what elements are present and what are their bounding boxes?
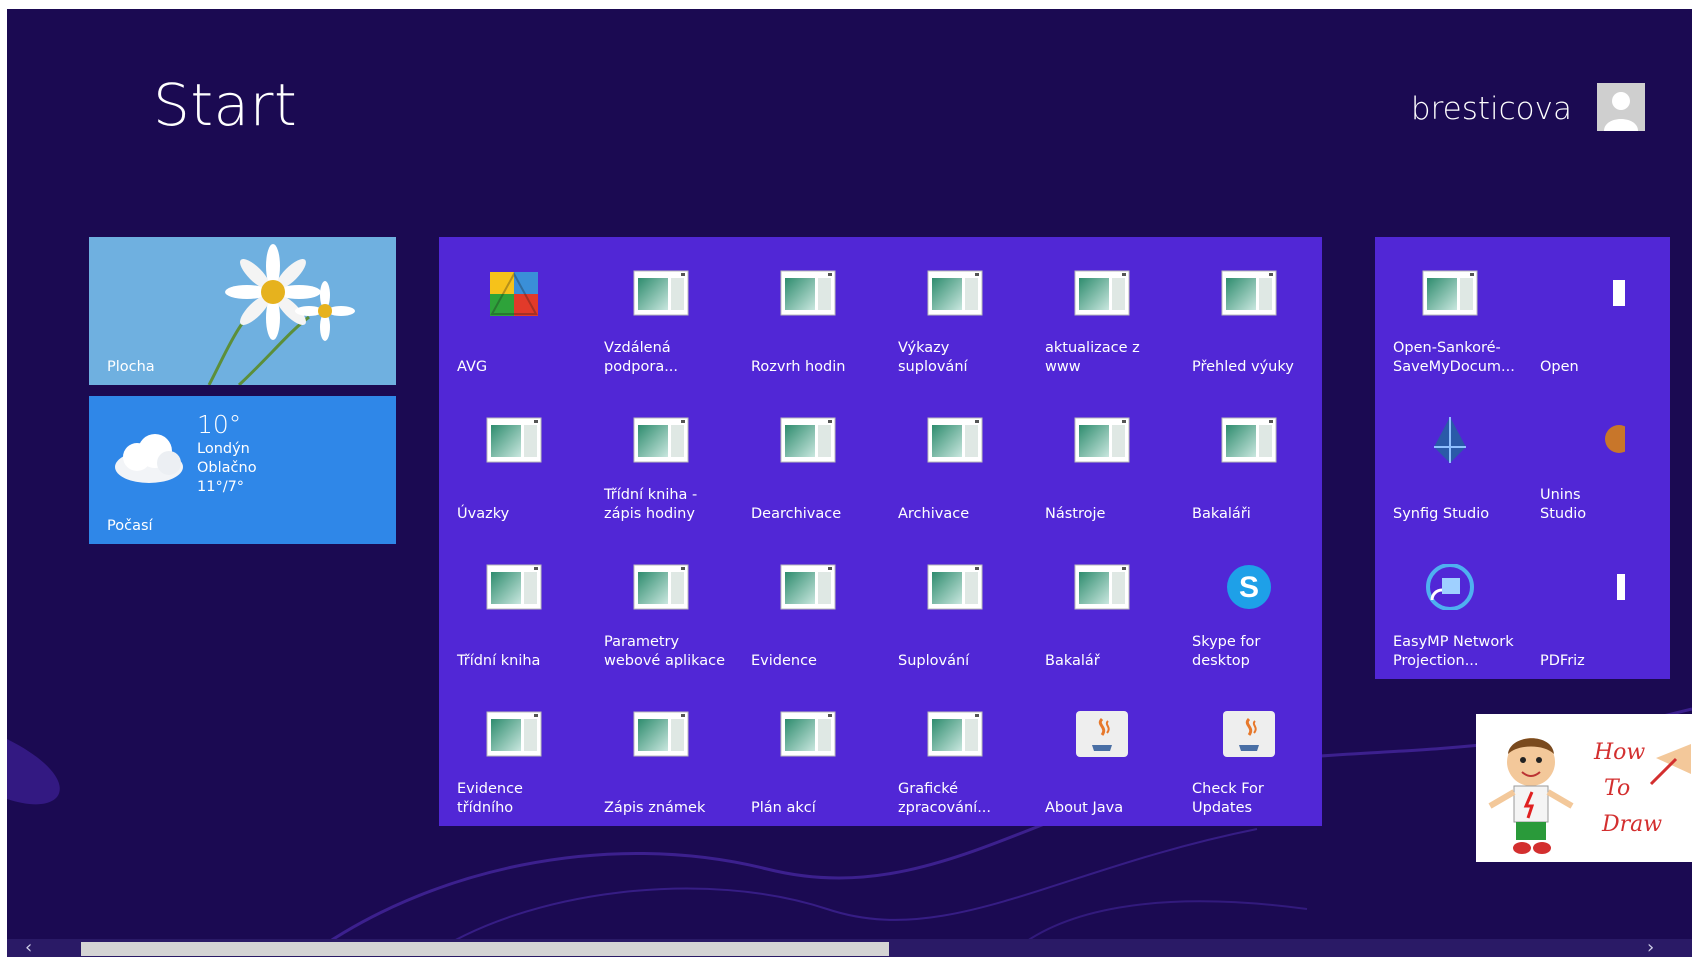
tile-label: Nástroje [1045, 506, 1106, 522]
tile-třídní-kniha---zápis-hodiny[interactable]: Třídní kniha - zápis hodiny [586, 384, 734, 532]
scrollbar-thumb[interactable] [81, 942, 889, 956]
tile-label: Plocha [107, 359, 155, 375]
tile-skype-for-desktop[interactable]: S Skype for desktop [1174, 531, 1322, 679]
user-name[interactable]: bresticova [1411, 91, 1572, 127]
how-to-draw-image [1488, 738, 1691, 854]
tile-label: Synfig Studio [1393, 506, 1490, 522]
horizontal-scrollbar[interactable]: ‹ › [7, 937, 1692, 957]
tile-bakaláři[interactable]: Bakaláři [1174, 384, 1322, 532]
tile-label: Třídní kniha [457, 653, 541, 669]
tile-bakalář[interactable]: Bakalář [1027, 531, 1175, 679]
tile-label: Open [1540, 359, 1579, 375]
tile-dearchivace[interactable]: Dearchivace [733, 384, 881, 532]
tile-label: Počasí [107, 518, 153, 534]
tile-label: AVG [457, 359, 488, 375]
tile-label: Parametry webové aplikace [604, 634, 726, 669]
tile-about-java[interactable]: About Java [1027, 678, 1175, 826]
start-screen: Start bresticova Plocha 10° Londýn Oblač… [7, 9, 1692, 957]
tile-suplování[interactable]: Suplování [880, 531, 1028, 679]
tile-unins-studio[interactable]: Unins Studio [1522, 384, 1670, 532]
tile-label: EasyMP Network Projection... [1393, 634, 1514, 669]
tile-pdfriz[interactable]: PDFriz [1522, 531, 1670, 679]
tile-label: Dearchivace [751, 506, 842, 522]
tile-label: Unins Studio [1540, 487, 1587, 522]
tile-výkazy-suplování[interactable]: Výkazy suplování [880, 237, 1028, 385]
tile-label: aktualizace z www [1045, 340, 1140, 375]
tile-zápis-známek[interactable]: Zápis známek [586, 678, 734, 826]
tile-label: Open-Sankoré- SaveMyDocum... [1393, 340, 1515, 375]
tile-label: Skype for desktop [1192, 634, 1261, 669]
weather-city: Londýn [197, 441, 250, 457]
tile-label: Rozvrh hodin [751, 359, 846, 375]
tile-label: Archivace [898, 506, 970, 522]
svg-text:S: S [1239, 571, 1259, 604]
tile-label: Bakaláři [1192, 506, 1251, 522]
tile-avg[interactable]: AVG [439, 237, 587, 385]
tile-label: Přehled výuky [1192, 359, 1294, 375]
weather-range: 11°/7° [197, 479, 245, 495]
tile-open[interactable]: Open [1522, 237, 1670, 385]
tile-label: Check For Updates [1192, 781, 1264, 816]
tile-label: Zápis známek [604, 800, 706, 816]
page-title: Start [153, 71, 298, 139]
scroll-left-arrow-icon[interactable]: ‹ [25, 937, 32, 957]
tile-synfig-studio[interactable]: Synfig Studio [1375, 384, 1523, 532]
tile-label: Plán akcí [751, 800, 816, 816]
tile-plocha[interactable]: Plocha [89, 237, 396, 385]
tile-evidence-třídního[interactable]: Evidence třídního [439, 678, 587, 826]
user-avatar-icon[interactable] [1597, 83, 1645, 131]
tile-label: Evidence [751, 653, 817, 669]
weather-condition: Oblačno [197, 460, 257, 476]
tile-úvazky[interactable]: Úvazky [439, 384, 587, 532]
weather-temperature: 10° [197, 410, 242, 439]
tile-rozvrh-hodin[interactable]: Rozvrh hodin [733, 237, 881, 385]
cloud-icon [115, 434, 183, 483]
tile-label: Třídní kniha - zápis hodiny [604, 487, 698, 522]
how-to-draw-line1: How [1594, 740, 1646, 765]
tile-třídní-kniha[interactable]: Třídní kniha [439, 531, 587, 679]
tile-parametry-webové-aplikace[interactable]: Parametry webové aplikace [586, 531, 734, 679]
scroll-right-arrow-icon[interactable]: › [1647, 937, 1654, 957]
how-to-draw-line2: To [1604, 776, 1631, 801]
tile-aktualizace-z-www[interactable]: aktualizace z www [1027, 237, 1175, 385]
tile-open-sankoré--savemydocum[interactable]: Open-Sankoré- SaveMyDocum... [1375, 237, 1523, 385]
tile-label: PDFriz [1540, 653, 1585, 669]
tile-label: About Java [1045, 800, 1124, 816]
tile-how-to-draw[interactable]: How To Draw [1476, 714, 1692, 862]
tile-label: Bakalář [1045, 653, 1100, 669]
tile-label: Výkazy suplování [898, 340, 968, 375]
tile-archivace[interactable]: Archivace [880, 384, 1028, 532]
tile-plán-akcí[interactable]: Plán akcí [733, 678, 881, 826]
tile-label: Vzdálená podpora... [604, 340, 679, 375]
tile-přehled-výuky[interactable]: Přehled výuky [1174, 237, 1322, 385]
tile-label: Grafické zpracování... [898, 781, 992, 816]
tile-nástroje[interactable]: Nástroje [1027, 384, 1175, 532]
tile-evidence[interactable]: Evidence [733, 531, 881, 679]
tile-label: Suplování [898, 653, 970, 669]
how-to-draw-line3: Draw [1602, 812, 1663, 837]
tile-check-for-updates[interactable]: Check For Updates [1174, 678, 1322, 826]
tile-pocasi[interactable]: 10° Londýn Oblačno 11°/7° Počasí [89, 396, 396, 544]
tile-label: Evidence třídního [457, 781, 523, 816]
tile-grafické-zpracování[interactable]: Grafické zpracování... [880, 678, 1028, 826]
tile-vzdálená-podpora[interactable]: Vzdálená podpora... [586, 237, 734, 385]
tile-label: Úvazky [457, 506, 510, 522]
tile-easymp-network-projection[interactable]: EasyMP Network Projection... [1375, 531, 1523, 679]
